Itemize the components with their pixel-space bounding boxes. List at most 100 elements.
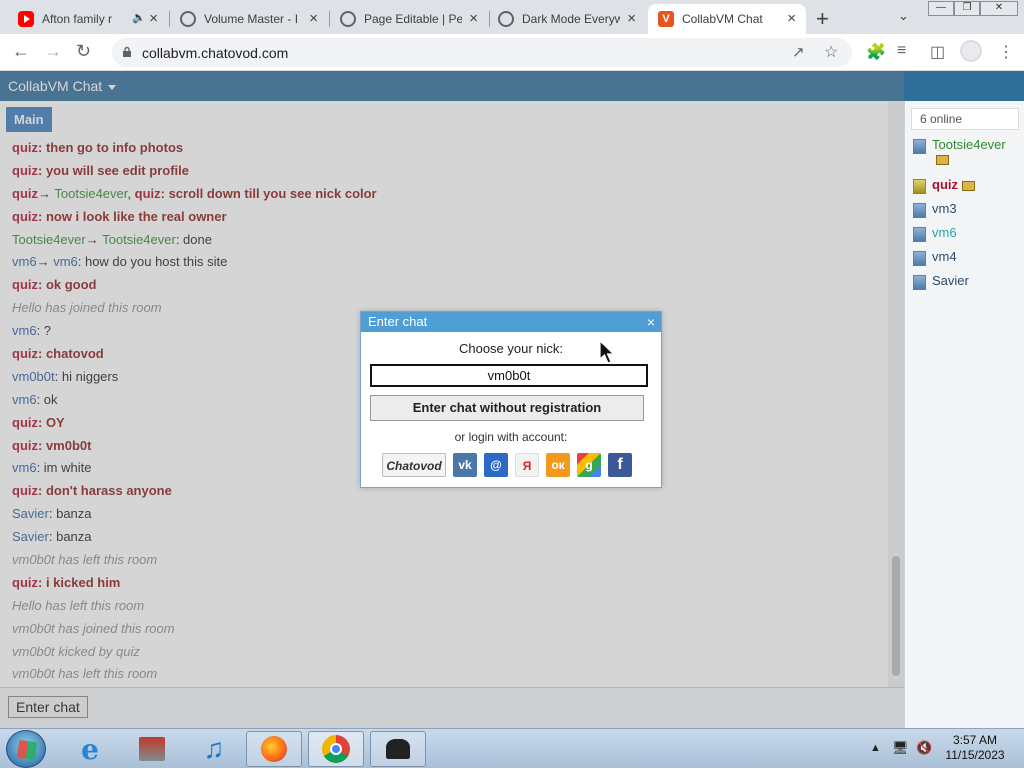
control-panel-icon xyxy=(139,737,165,761)
enter-chat-dialog: Enter chat × Choose your nick: Enter cha… xyxy=(360,311,662,488)
hat-app-taskbar-icon[interactable] xyxy=(370,731,426,767)
close-tab-icon[interactable]: × xyxy=(627,10,636,27)
mouse-cursor xyxy=(599,340,615,364)
tab-dark-mode[interactable]: Dark Mode Everyw × xyxy=(488,4,646,34)
system-tray: ▲ 🖥 🔇 3:57 AM 11/15/2023 xyxy=(868,729,1024,769)
user-name[interactable]: vm6 xyxy=(932,225,957,240)
tab-label: Page Editable | Pe xyxy=(364,12,462,26)
chatovod-login-button[interactable]: Chatovod xyxy=(382,453,446,477)
clock-time: 3:57 AM xyxy=(952,733,998,747)
control-panel-taskbar-icon[interactable] xyxy=(124,731,180,767)
login-with-account-label: or login with account: xyxy=(454,430,568,444)
lock-icon[interactable] xyxy=(122,46,132,57)
user-list-item[interactable]: quiz xyxy=(913,177,975,194)
close-tab-icon[interactable]: × xyxy=(149,10,158,27)
nick-input[interactable] xyxy=(370,364,648,387)
mailru-login-icon[interactable]: @ xyxy=(484,453,508,477)
tab-volume-master[interactable]: Volume Master - I × xyxy=(170,4,328,34)
user-name[interactable]: Tootsie4ever xyxy=(932,137,1006,152)
forward-icon[interactable]: → xyxy=(44,41,62,62)
user-name[interactable]: Savier xyxy=(932,273,969,288)
user-avatar-icon xyxy=(913,251,926,266)
new-tab-button[interactable]: + xyxy=(816,6,829,32)
address-toolbar: ← → ↻ collabvm.chatovod.com ↗ ☆ 🧩 ≡ ◫ ⋮ xyxy=(0,34,1024,71)
tab-page-editable[interactable]: Page Editable | Pe × xyxy=(330,4,488,34)
bookmark-star-icon[interactable]: ☆ xyxy=(824,42,838,62)
tab-label: Dark Mode Everyw xyxy=(522,12,620,26)
show-hidden-icons-icon[interactable]: ▲ xyxy=(870,742,881,754)
itunes-icon: ♫ xyxy=(203,733,225,764)
user-entry: Tootsie4ever xyxy=(932,137,1006,165)
user-list-pane: 6 online Tootsie4ever quiz vm3 vm6 vm4 Savier xyxy=(904,101,1024,728)
chrome-icon xyxy=(322,735,350,763)
audio-playing-icon[interactable]: 🔈 xyxy=(132,11,146,24)
tab-strip: Afton family r 🔈 × Volume Master - I × P… xyxy=(0,0,1024,34)
back-icon[interactable]: ← xyxy=(12,41,30,62)
user-rank-badge-icon xyxy=(936,155,949,165)
tab-label: Volume Master - I xyxy=(204,12,299,26)
dialog-title: Enter chat xyxy=(368,314,428,329)
tab-search-icon[interactable]: ⌄ xyxy=(898,8,909,24)
user-avatar-icon xyxy=(913,139,926,154)
close-tab-icon[interactable]: × xyxy=(469,10,478,27)
user-list-item[interactable]: Savier xyxy=(913,273,969,290)
share-icon[interactable]: ↗ xyxy=(792,43,805,61)
enter-without-registration-button[interactable]: Enter chat without registration xyxy=(370,395,644,421)
user-list-item[interactable]: vm4 xyxy=(913,249,957,266)
url-text[interactable]: collabvm.chatovod.com xyxy=(142,45,288,61)
user-entry: vm4 xyxy=(932,249,957,264)
start-button[interactable] xyxy=(6,730,46,768)
vk-login-icon[interactable]: vk xyxy=(453,453,477,477)
tab-youtube[interactable]: Afton family r 🔈 × xyxy=(8,4,168,34)
omnibox[interactable]: collabvm.chatovod.com ↗ ☆ xyxy=(112,38,852,67)
tab-label: CollabVM Chat xyxy=(682,12,763,26)
internet-explorer-taskbar-icon[interactable]: e xyxy=(62,731,118,767)
globe-icon xyxy=(180,11,196,27)
user-list-item[interactable]: vm6 xyxy=(913,225,957,242)
network-icon[interactable]: 🖥 xyxy=(892,740,909,756)
user-avatar-icon xyxy=(913,227,926,242)
reload-icon[interactable]: ↻ xyxy=(76,41,91,62)
google-login-icon[interactable]: g xyxy=(577,453,601,477)
dialog-close-icon[interactable]: × xyxy=(647,313,655,332)
user-entry: vm3 xyxy=(932,201,957,216)
user-avatar-icon xyxy=(913,179,926,194)
taskbar-clock[interactable]: 3:57 AM 11/15/2023 xyxy=(940,733,1010,763)
user-entry: Savier xyxy=(932,273,969,288)
menu-kebab-icon[interactable]: ⋮ xyxy=(998,42,1014,62)
firefox-taskbar-icon[interactable] xyxy=(246,731,302,767)
user-rank-badge-icon xyxy=(962,180,975,191)
restore-button[interactable]: ❐ xyxy=(954,1,980,16)
chrome-taskbar-icon[interactable] xyxy=(308,731,364,767)
volume-muted-icon[interactable]: 🔇 xyxy=(916,740,932,756)
extensions-icon[interactable]: 🧩 xyxy=(866,42,886,62)
window-close-button[interactable]: ✕ xyxy=(980,1,1018,16)
close-tab-icon[interactable]: × xyxy=(787,10,796,27)
youtube-icon xyxy=(18,11,34,27)
globe-icon xyxy=(498,11,514,27)
user-name[interactable]: quiz xyxy=(932,177,958,192)
odnoklassniki-login-icon[interactable]: ок xyxy=(546,453,570,477)
minimize-button[interactable]: — xyxy=(928,1,954,16)
tab-collabvm-chat[interactable]: V CollabVM Chat × xyxy=(648,4,806,34)
top-hat-icon xyxy=(386,739,410,759)
user-name[interactable]: vm4 xyxy=(932,249,957,264)
page-content: CollabVM Chat Main quiz: then go to info… xyxy=(0,71,1024,728)
user-entry: vm6 xyxy=(932,225,957,240)
media-queue-icon[interactable]: ≡ xyxy=(897,42,906,60)
globe-icon xyxy=(340,11,356,27)
side-panel-icon[interactable]: ◫ xyxy=(930,42,945,62)
yandex-login-icon[interactable]: Я xyxy=(515,453,539,477)
dialog-header: Enter chat × xyxy=(361,312,661,332)
user-list-item[interactable]: Tootsie4ever xyxy=(913,137,1006,165)
profile-avatar[interactable] xyxy=(960,40,982,62)
user-list-item[interactable]: vm3 xyxy=(913,201,957,218)
user-name[interactable]: vm3 xyxy=(932,201,957,216)
itunes-taskbar-icon[interactable]: ♫ xyxy=(186,731,242,767)
tab-label: Afton family r xyxy=(42,12,113,26)
online-count: 6 online xyxy=(911,108,1019,130)
user-avatar-icon xyxy=(913,275,926,290)
close-tab-icon[interactable]: × xyxy=(309,10,318,27)
facebook-login-icon[interactable]: f xyxy=(608,453,632,477)
firefox-icon xyxy=(261,736,287,762)
